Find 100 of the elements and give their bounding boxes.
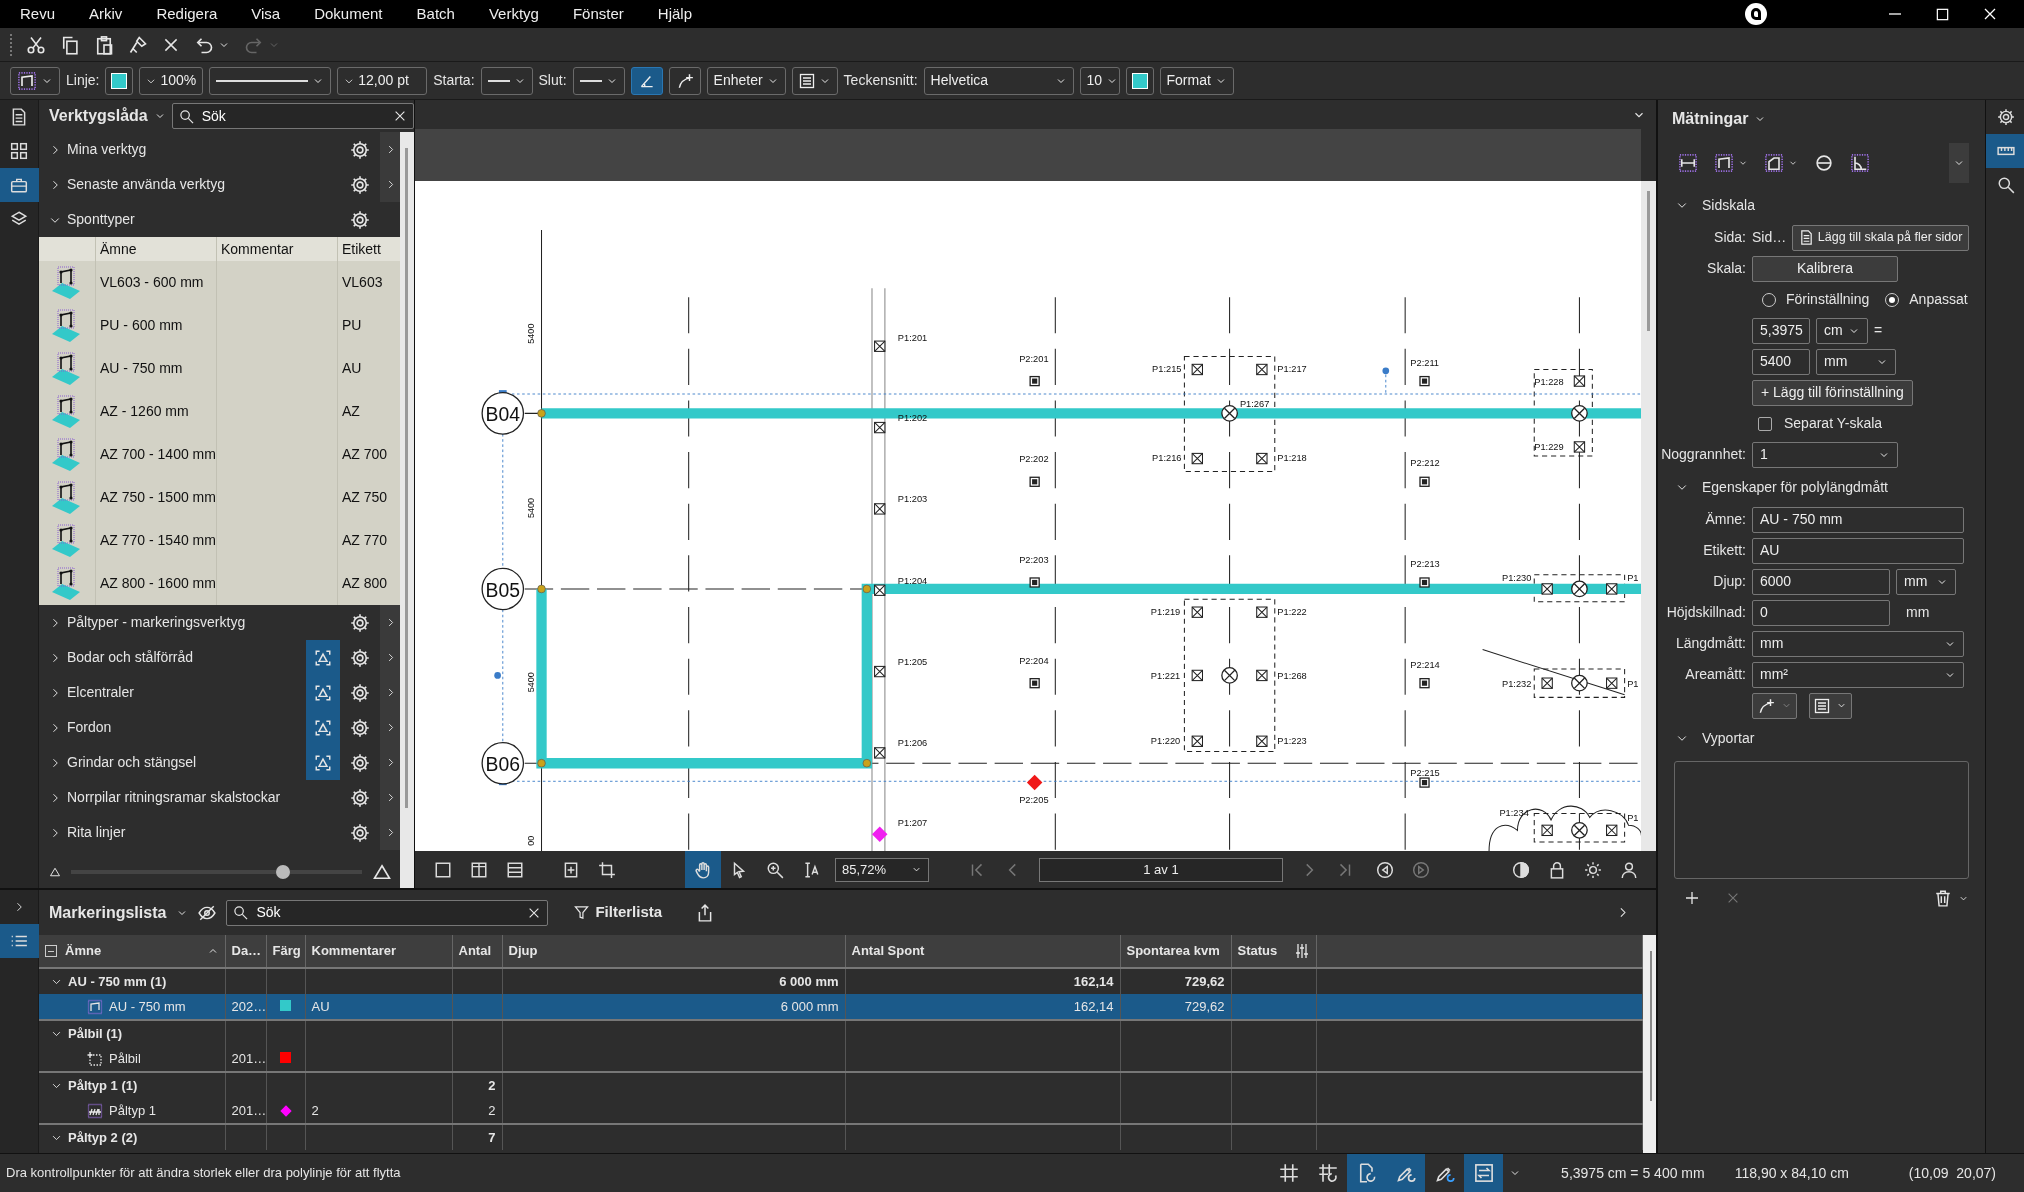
format-dropdown[interactable]: Format [1159, 66, 1234, 95]
count-cell: 2 [488, 1102, 496, 1118]
menu-item[interactable]: Visa [231, 2, 295, 26]
tool-subject[interactable]: AZ 800 - 1600 mm [95, 562, 216, 605]
point-label: P2:214 [1410, 659, 1440, 670]
section-title[interactable]: Sidskala [1702, 194, 1755, 216]
point-label: P1:221 [1150, 671, 1181, 682]
panel-title: Verktygslåda [49, 106, 148, 126]
menu-item[interactable]: Fönster [552, 2, 638, 26]
search-field[interactable]: Sök [199, 104, 387, 128]
section-title[interactable]: Vyportar [1702, 727, 1755, 749]
section-label[interactable]: Fordon [67, 717, 300, 738]
tool-subject[interactable]: AZ 770 - 1540 mm [95, 519, 216, 562]
font-dropdown[interactable]: Helvetica [923, 66, 1074, 95]
area-cell: 729,62 [1184, 973, 1225, 989]
section-label[interactable]: Norrpilar ritningsramar skalstockar [67, 787, 340, 808]
menu-item[interactable]: Revu [0, 2, 70, 26]
point-label: P1:207 [897, 818, 928, 829]
point-label: P2:211 [1410, 357, 1440, 368]
input-field[interactable]: 6000 [1752, 568, 1890, 595]
input-field[interactable]: AU [1752, 537, 1964, 564]
tool-subject[interactable]: AZ 750 - 1500 mm [95, 476, 216, 519]
font-size-dropdown[interactable]: 10 [1079, 66, 1120, 95]
point-label: P1:230 [1501, 573, 1532, 584]
menu-item[interactable]: Arkiv [69, 2, 137, 26]
point-label: P1:219 [1150, 606, 1181, 617]
search-box[interactable]: Sök [171, 103, 414, 129]
point-label: P1:202 [897, 413, 928, 424]
point-label: P1:203 [897, 494, 928, 505]
depth-cell: 6 000 mm [780, 998, 839, 1014]
cursor-coordinates: (10,09 20,07) [1908, 1163, 1996, 1183]
page-field[interactable]: 1 av 1 [1039, 857, 1283, 882]
filter-list-button[interactable]: Filterlista [574, 901, 663, 924]
field-label: Areamått: [1684, 665, 1746, 684]
point-label: P1:204 [897, 575, 928, 586]
section-label[interactable]: Rita linjer [67, 822, 340, 843]
menu-item[interactable]: Hjälp [637, 2, 706, 26]
section-label[interactable]: Påltyper - markeringsverktyg [67, 612, 340, 633]
markup-subject[interactable]: Pålbil [109, 1048, 141, 1069]
tool-subject[interactable]: AU - 750 mm [95, 347, 216, 390]
section-label[interactable]: Bodar och stålförråd [67, 647, 300, 668]
units-dropdown[interactable]: Enheter [706, 66, 786, 95]
search-field[interactable]: Sök [254, 901, 522, 924]
tool-subject[interactable]: AZ - 1260 mm [95, 390, 216, 433]
point-label: P2:215 [1410, 768, 1440, 779]
section-title[interactable]: Egenskaper för polylängdmått [1702, 476, 1888, 498]
scale-value-field[interactable]: 5400 [1752, 348, 1810, 375]
tool-subject[interactable]: AZ 700 - 1400 mm [95, 433, 216, 476]
count-cell: 2 [488, 1077, 496, 1093]
point-label: P1:215 [1152, 364, 1182, 375]
zoom-field[interactable]: 85,72% [835, 857, 929, 882]
sheet-pile-count-cell: 162,14 [1073, 973, 1114, 989]
group-label[interactable]: Påltyp 2 (2) [68, 1127, 138, 1148]
precision-dropdown[interactable]: 1 [1752, 441, 1898, 468]
radio-label[interactable]: Förinställning [1786, 289, 1870, 310]
checkbox-label[interactable]: Separat Y-skala [1784, 413, 1883, 434]
group-label[interactable]: AU - 750 mm (1) [68, 971, 167, 992]
point-label: P1:220 [1150, 735, 1181, 746]
menu-item[interactable]: Dokument [294, 2, 397, 26]
dropdown[interactable]: mm² [1752, 661, 1964, 688]
unit-dropdown[interactable]: mm [1816, 348, 1896, 375]
column-header[interactable]: Antal Spont [851, 941, 925, 961]
section-label[interactable]: Elcentraler [67, 682, 300, 703]
point-label: P1:268 [1277, 671, 1307, 682]
apply-scale-button[interactable]: Lägg till skala på fler sidor [1792, 224, 1969, 251]
menu-item[interactable]: Verktyg [468, 2, 553, 26]
panel-title: Markeringslista [49, 902, 167, 923]
page-value: Sid… [1752, 228, 1787, 247]
tool-subject[interactable]: PU - 600 mm [95, 304, 216, 347]
calibrate-button[interactable]: Kalibrera [1752, 255, 1898, 282]
tool-subject[interactable]: VL603 - 600 mm [95, 261, 216, 304]
input-field[interactable]: 0 [1752, 599, 1890, 626]
opacity-field[interactable]: 100% [139, 66, 204, 95]
unit-dropdown[interactable]: cm [1816, 317, 1868, 344]
search-box[interactable]: Sök [226, 899, 549, 926]
column-header[interactable]: Djup [508, 941, 538, 961]
menu-item[interactable]: Redigera [136, 2, 232, 26]
line-width-field[interactable]: 12,00 pt [337, 66, 428, 95]
input-field[interactable]: AU - 750 mm [1752, 506, 1964, 533]
line-label: Linje: [66, 71, 100, 90]
sheet-pile-count-cell: 162,14 [1073, 998, 1114, 1014]
point-label: P1 [1627, 573, 1639, 584]
section-label[interactable]: Sponttyper [67, 209, 340, 230]
scale-value-field[interactable]: 5,3975 [1752, 317, 1810, 344]
section-label[interactable]: Senaste använda verktyg [67, 174, 340, 195]
markup-subject[interactable]: Påltyp 1 [109, 1100, 156, 1121]
unit-dropdown[interactable]: mm [1896, 568, 1956, 595]
section-label[interactable]: Grindar och stängsel [67, 752, 300, 773]
point-label: P1:223 [1277, 735, 1307, 746]
menu-item[interactable]: Batch [396, 2, 469, 26]
dropdown[interactable]: mm [1752, 630, 1964, 657]
section-label[interactable]: Mina verktyg [67, 139, 340, 160]
radio-label[interactable]: Anpassat [1909, 289, 1968, 310]
scale-readout: 5,3975 cm = 5 400 mm [1561, 1163, 1705, 1183]
add-preset-button[interactable]: + Lägg till förinställning [1752, 379, 1913, 406]
column-header: Ämne [95, 237, 216, 261]
point-label: P1 [1627, 679, 1639, 690]
group-label[interactable]: Pålbil (1) [68, 1023, 123, 1044]
grid-label: B05 [485, 578, 520, 601]
group-label[interactable]: Påltyp 1 (1) [68, 1075, 138, 1096]
